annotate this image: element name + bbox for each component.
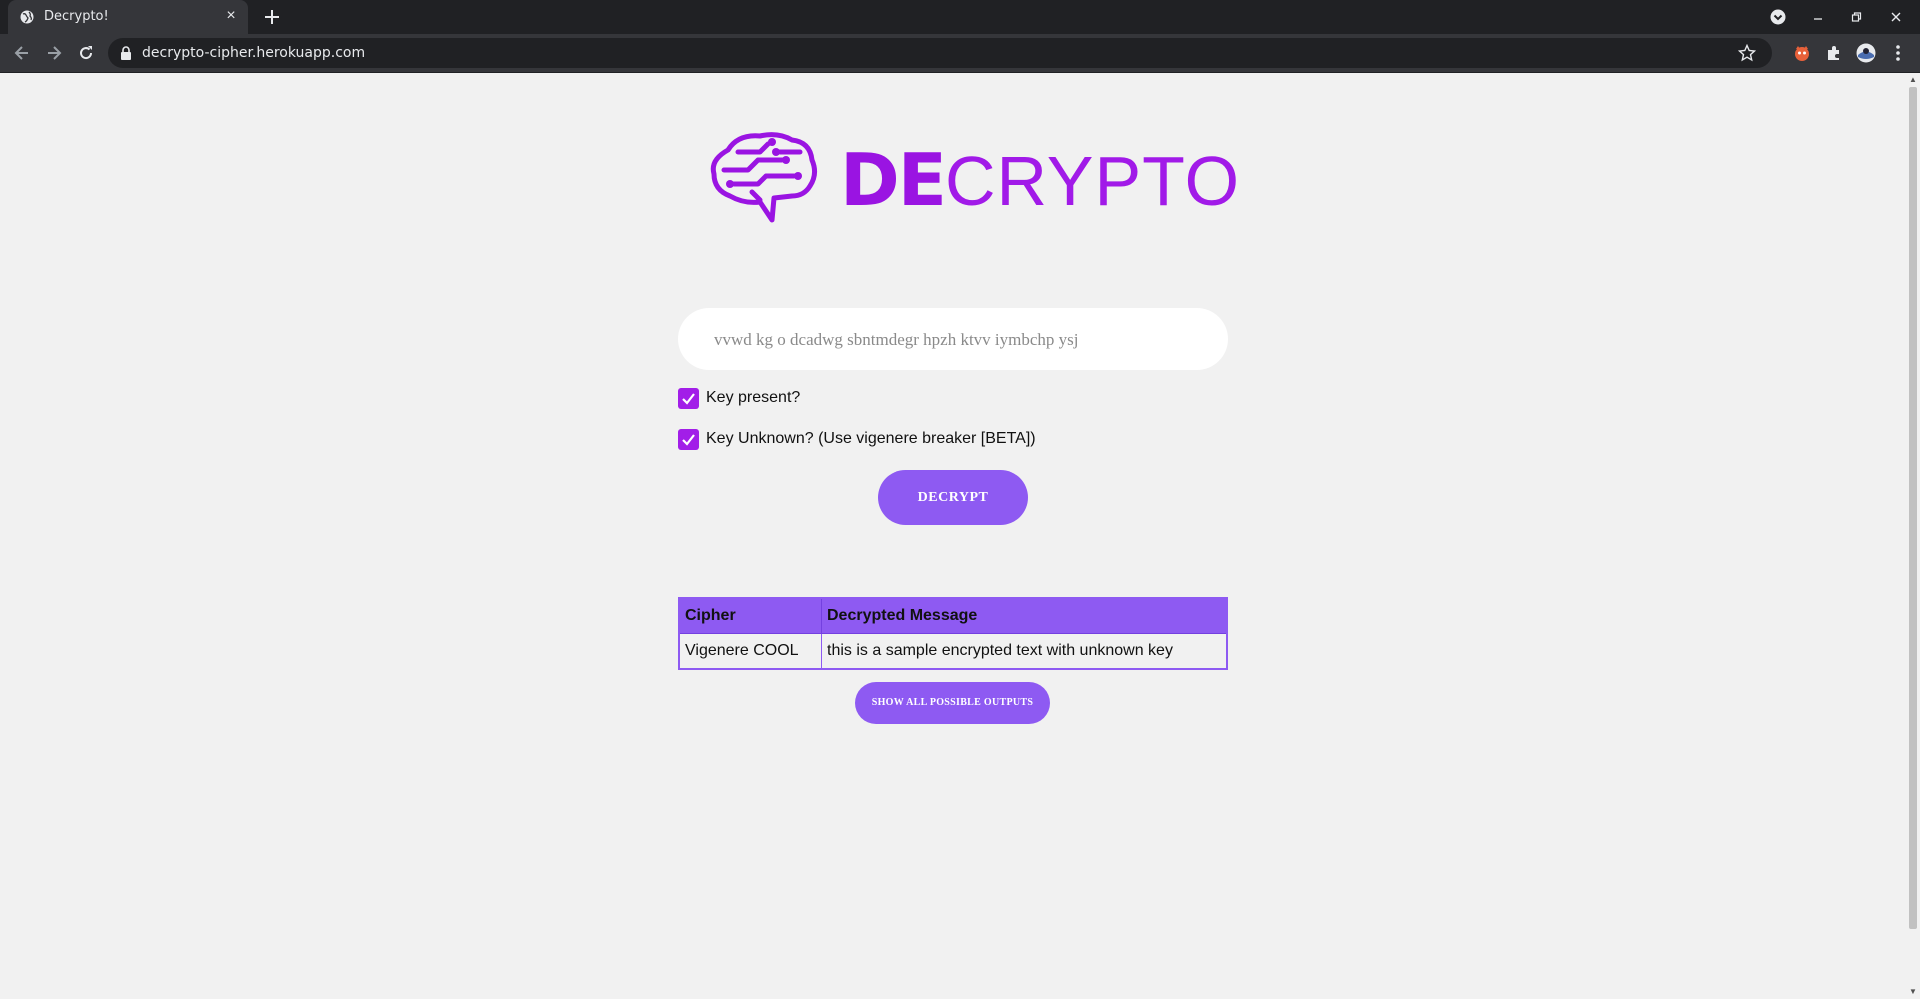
bookmark-star-icon[interactable] xyxy=(1738,44,1756,62)
show-all-outputs-button[interactable]: SHOW ALL POSSIBLE OUTPUTS xyxy=(855,682,1050,724)
scroll-up-arrow-icon[interactable]: ▲ xyxy=(1909,76,1917,84)
browser-toolbar: decrypto-cipher.herokuapp.com xyxy=(0,34,1920,73)
scrollbar-thumb[interactable] xyxy=(1909,87,1917,929)
table-row: Vigenere COOL this is a sample encrypted… xyxy=(678,633,1228,670)
kebab-menu-icon[interactable] xyxy=(1888,43,1908,63)
results-header-row: Cipher Decrypted Message xyxy=(678,597,1228,634)
key-unknown-label: Key Unknown? (Use vigenere breaker [BETA… xyxy=(706,430,1036,447)
new-tab-plus-icon[interactable] xyxy=(262,7,282,27)
key-unknown-checkbox[interactable] xyxy=(678,428,699,450)
decrypto-logo: DECRYPTO xyxy=(708,130,1239,230)
lock-icon[interactable] xyxy=(120,46,132,60)
close-window-icon[interactable] xyxy=(1888,9,1904,25)
minimize-icon[interactable] xyxy=(1810,9,1826,25)
logo-text-light: CRYPTO xyxy=(944,142,1241,220)
scroll-down-arrow-icon[interactable]: ▼ xyxy=(1909,988,1917,996)
extension-fox-icon[interactable] xyxy=(1792,43,1812,63)
page-content: DECRYPTO Key present? Key Unknown? (Use … xyxy=(0,73,1906,999)
checkmark-icon xyxy=(682,433,695,446)
header-cipher: Cipher xyxy=(678,597,822,634)
restore-icon[interactable] xyxy=(1848,9,1864,25)
key-present-label: Key present? xyxy=(706,389,801,406)
url-text: decrypto-cipher.herokuapp.com xyxy=(142,45,366,61)
profile-avatar-icon[interactable] xyxy=(1856,43,1876,63)
cipher-cell: Vigenere COOL xyxy=(678,633,822,670)
decrypt-button[interactable]: DECRYPT xyxy=(878,470,1028,525)
globe-icon xyxy=(20,10,34,24)
extensions-puzzle-icon[interactable] xyxy=(1824,43,1844,63)
tab-title: Decrypto! xyxy=(44,9,109,24)
logo-wordmark: DECRYPTO xyxy=(840,144,1240,217)
browser-tab[interactable]: Decrypto! × xyxy=(8,0,248,34)
close-tab-icon[interactable]: × xyxy=(222,7,240,25)
key-present-checkbox[interactable] xyxy=(678,387,699,409)
forward-arrow-icon[interactable] xyxy=(44,43,64,63)
results-table: Cipher Decrypted Message Vigenere COOL t… xyxy=(678,597,1228,670)
vertical-scrollbar[interactable]: ▲ ▼ xyxy=(1906,73,1920,999)
cipher-text-input[interactable] xyxy=(712,308,1206,372)
browser-tab-bar: Decrypto! × xyxy=(0,0,1920,34)
logo-text-bold: DE xyxy=(840,138,947,222)
address-bar[interactable]: decrypto-cipher.herokuapp.com xyxy=(108,38,1772,68)
reload-icon[interactable] xyxy=(76,43,96,63)
message-cell: this is a sample encrypted text with unk… xyxy=(821,633,1228,670)
checkmark-icon xyxy=(682,392,695,405)
back-arrow-icon[interactable] xyxy=(12,43,32,63)
key-present-option[interactable]: Key present? xyxy=(678,387,800,409)
header-decrypted-message: Decrypted Message xyxy=(821,597,1228,634)
cipher-input-box[interactable] xyxy=(678,308,1228,372)
tab-search-icon[interactable] xyxy=(1770,9,1786,25)
key-unknown-option[interactable]: Key Unknown? (Use vigenere breaker [BETA… xyxy=(678,428,1036,450)
brain-circuit-icon xyxy=(710,132,818,223)
